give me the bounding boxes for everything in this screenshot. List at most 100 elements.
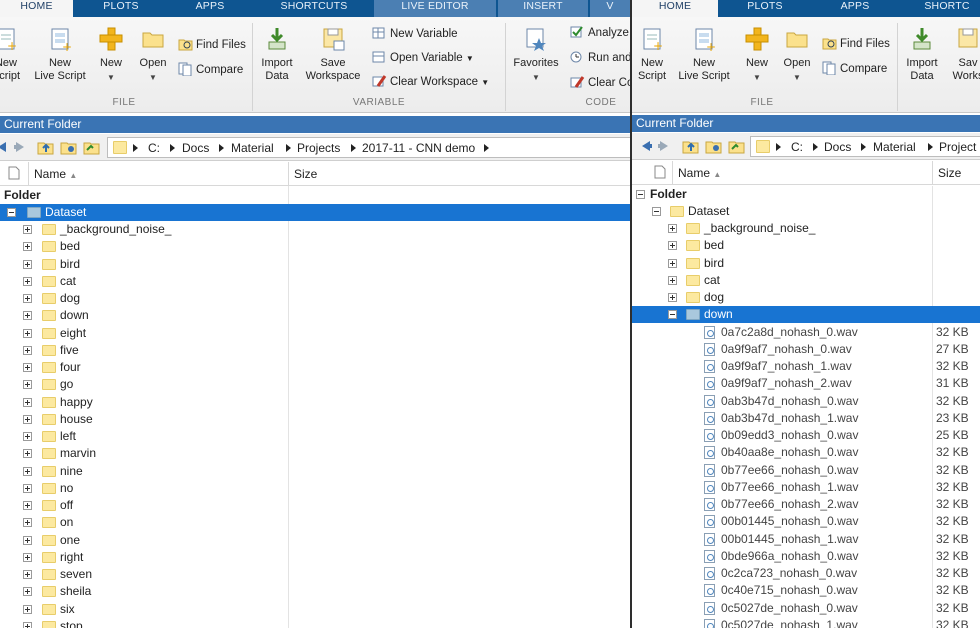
tree-row-dataset[interactable]: Dataset (0, 204, 631, 222)
expand-icon[interactable] (23, 466, 32, 476)
breadcrumb-material[interactable]: Material (873, 140, 916, 154)
name-column-header[interactable]: Name ▲ (678, 166, 721, 180)
expand-icon[interactable] (668, 275, 677, 285)
browse-folder-icon[interactable] (60, 140, 78, 158)
tree-row-folder[interactable]: one (0, 532, 631, 549)
tree-row-file[interactable]: 0b09edd3_nohash_0.wav 25 KB (632, 427, 980, 444)
browse-folder-icon[interactable] (705, 139, 723, 157)
expand-icon[interactable] (23, 259, 32, 269)
save-workspace-button[interactable]: Sav Works (948, 26, 980, 83)
import-data-button[interactable]: Import Data (902, 26, 942, 83)
up-folder-icon[interactable] (37, 140, 55, 158)
expand-icon[interactable] (668, 293, 677, 302)
tree-row-folder[interactable]: right (0, 549, 631, 566)
tree-row-folder[interactable]: bird (632, 255, 980, 272)
expand-icon[interactable] (23, 225, 32, 234)
tree-row-folder[interactable]: cat (0, 273, 631, 290)
breadcrumb-docs[interactable]: Docs (824, 140, 851, 154)
collapse-icon[interactable] (7, 208, 16, 217)
breadcrumb-project-folder[interactable]: 2017-11 - CNN demo (362, 141, 475, 155)
new-live-script-button[interactable]: + New Live Script (30, 26, 90, 83)
tree-row-folder[interactable]: no (0, 480, 631, 497)
tree-row-file[interactable]: 0b77ee66_nohash_1.wav 32 KB (632, 479, 980, 496)
breadcrumb-projects[interactable]: Project (939, 140, 976, 154)
clear-workspace-button[interactable]: Clear Workspace ▼ (372, 74, 489, 91)
path-field[interactable]: C: Docs Material Project (750, 136, 980, 157)
tree-row-file[interactable]: 00b01445_nohash_1.wav 32 KB (632, 531, 980, 548)
tree-row-file[interactable]: 0b77ee66_nohash_0.wav 32 KB (632, 462, 980, 479)
tree-row-folder[interactable]: happy (0, 394, 631, 411)
expand-icon[interactable] (23, 570, 32, 579)
run-and-time-button[interactable]: Run and (570, 50, 631, 66)
tree-row-file[interactable]: 0bde966a_nohash_0.wav 32 KB (632, 548, 980, 565)
expand-icon[interactable] (23, 242, 32, 252)
expand-icon[interactable] (23, 397, 32, 407)
up-folder-icon[interactable] (682, 139, 700, 157)
analyze-button[interactable]: Analyze (570, 25, 629, 41)
expand-icon[interactable] (23, 328, 32, 338)
name-column-header[interactable]: Name ▲ (34, 167, 77, 181)
expand-icon[interactable] (23, 501, 32, 510)
tree-row-file[interactable]: 0a9f9af7_nohash_1.wav 32 KB (632, 358, 980, 375)
tab-home[interactable]: HOME (632, 0, 718, 17)
tree-row-folder[interactable]: cat (632, 272, 980, 289)
collapse-icon[interactable] (652, 207, 661, 216)
tree-row-folder[interactable]: four (0, 359, 631, 376)
expand-icon[interactable] (23, 294, 32, 303)
expand-icon[interactable] (23, 363, 32, 372)
expand-icon[interactable] (23, 276, 32, 286)
tree-row-file[interactable]: 0c5027de_nohash_0.wav 32 KB (632, 600, 980, 617)
expand-icon[interactable] (668, 241, 677, 251)
tab-plots[interactable]: PLOTS (720, 0, 810, 17)
tree-row-folder[interactable]: house (0, 411, 631, 428)
tree-row-folder[interactable]: marvin (0, 445, 631, 462)
collapse-icon[interactable] (668, 310, 677, 320)
tab-view[interactable]: V (590, 0, 630, 17)
tree-row-file[interactable]: 0a9f9af7_nohash_2.wav 31 KB (632, 375, 980, 392)
tree-row-folder[interactable]: nine (0, 463, 631, 480)
tree-row-file[interactable]: 0a7c2a8d_nohash_0.wav 32 KB (632, 324, 980, 341)
size-column-header[interactable]: Size (938, 166, 961, 180)
expand-icon[interactable] (23, 380, 32, 390)
tree-row-folder[interactable]: on (0, 514, 631, 531)
tree-row-file[interactable]: 0c40e715_nohash_0.wav 32 KB (632, 582, 980, 599)
breadcrumb-docs[interactable]: Docs (182, 141, 209, 155)
expand-icon[interactable] (668, 224, 677, 233)
size-column-header[interactable]: Size (294, 167, 317, 181)
expand-icon[interactable] (23, 449, 32, 459)
tree-row-folder[interactable]: stop (0, 618, 631, 628)
tab-shortcuts[interactable]: SHORTCUTS (258, 0, 370, 17)
path-field[interactable]: C: Docs Material Projects 2017-11 - CNN … (107, 137, 631, 158)
new-variable-button[interactable]: New Variable (372, 26, 458, 42)
open-button[interactable]: Open ▼ (136, 26, 170, 84)
expand-icon[interactable] (23, 621, 32, 628)
tree-row-folder[interactable]: five (0, 342, 631, 359)
tab-shortcuts[interactable]: SHORTC (902, 0, 980, 17)
forward-arrow-icon[interactable] (14, 140, 30, 157)
tree-row-folder[interactable]: dog (632, 289, 980, 306)
new-script-button[interactable]: + New Script (632, 26, 672, 83)
tree-row-folder[interactable]: bed (0, 238, 631, 255)
expand-icon[interactable] (23, 483, 32, 493)
breadcrumb-material[interactable]: Material (231, 141, 274, 155)
tab-home[interactable]: HOME (0, 0, 73, 17)
tree-row-file[interactable]: 0c2ca723_nohash_0.wav 32 KB (632, 565, 980, 582)
tree-row-folder[interactable]: seven (0, 566, 631, 583)
expand-icon[interactable] (23, 311, 32, 321)
favorites-button[interactable]: Favorites ▼ (510, 26, 562, 84)
search-folder-icon[interactable] (728, 139, 746, 157)
expand-icon[interactable] (23, 518, 32, 528)
find-files-button[interactable]: Find Files (178, 37, 246, 53)
breadcrumb-c[interactable]: C: (791, 140, 803, 154)
tab-plots[interactable]: PLOTS (78, 0, 164, 17)
expand-icon[interactable] (668, 258, 677, 268)
breadcrumb-projects[interactable]: Projects (297, 141, 340, 155)
new-button[interactable]: New ▼ (94, 26, 128, 84)
tree-row-folder[interactable]: _background_noise_ (0, 221, 631, 238)
tree-row-file[interactable]: 00b01445_nohash_0.wav 32 KB (632, 513, 980, 530)
tree-row-file[interactable]: 0c5027de_nohash_1.wav 32 KB (632, 617, 980, 628)
tree-row-folder[interactable]: sheila (0, 583, 631, 600)
tree-row-file[interactable]: 0ab3b47d_nohash_0.wav 32 KB (632, 393, 980, 410)
tree-row-folder[interactable]: eight (0, 325, 631, 342)
tree-row-folder[interactable]: bird (0, 256, 631, 273)
